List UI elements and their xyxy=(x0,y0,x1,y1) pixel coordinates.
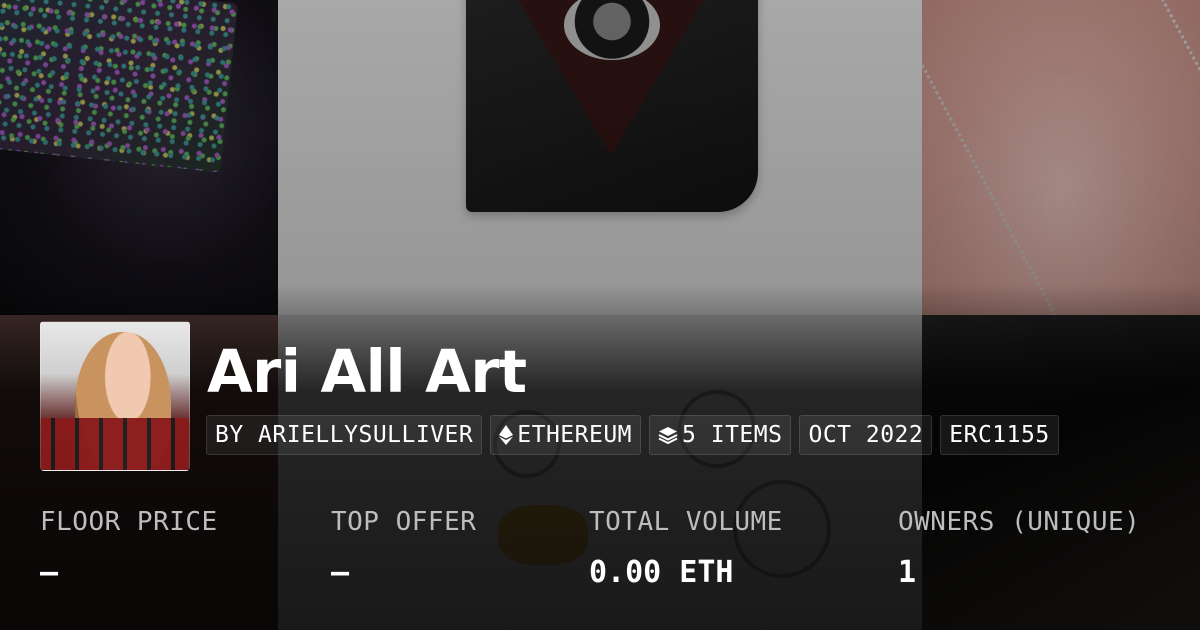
total-volume-value: 0.00 ETH xyxy=(589,555,734,590)
floor-price-stat: FLOOR PRICE – xyxy=(40,505,218,591)
owners-label: OWNERS (UNIQUE) xyxy=(898,507,1141,537)
collection-title: Ari All Art xyxy=(207,337,527,406)
ethereum-icon xyxy=(499,425,514,445)
owners-value: 1 xyxy=(898,555,917,590)
chain-tag-label: ETHEREUM xyxy=(517,422,633,448)
layers-icon xyxy=(658,426,678,444)
floor-price-value: – xyxy=(40,555,59,590)
items-tag-label: 5 ITEMS xyxy=(682,422,783,448)
top-offer-value: – xyxy=(331,555,350,590)
floor-price-label: FLOOR PRICE xyxy=(40,507,218,537)
standard-tag: ERC1155 xyxy=(940,415,1059,455)
standard-tag-label: ERC1155 xyxy=(949,422,1050,448)
creator-avatar xyxy=(40,321,190,471)
top-offer-stat: TOP OFFER – xyxy=(331,505,476,591)
items-tag: 5 ITEMS xyxy=(649,415,792,455)
chain-tag: ETHEREUM xyxy=(490,415,642,455)
date-tag-label: OCT 2022 xyxy=(808,422,924,448)
top-offer-label: TOP OFFER xyxy=(331,507,477,537)
owners-stat: OWNERS (UNIQUE) 1 xyxy=(898,505,1140,591)
date-tag: OCT 2022 xyxy=(799,415,933,455)
total-volume-stat: TOTAL VOLUME 0.00 ETH xyxy=(589,505,783,591)
creator-tag-label: BY ARIELLYSULLIVER xyxy=(215,422,474,448)
creator-tag[interactable]: BY ARIELLYSULLIVER xyxy=(206,415,483,455)
total-volume-label: TOTAL VOLUME xyxy=(589,507,783,537)
collection-tags: BY ARIELLYSULLIVER ETHEREUM 5 ITEMS OCT … xyxy=(206,415,1059,455)
